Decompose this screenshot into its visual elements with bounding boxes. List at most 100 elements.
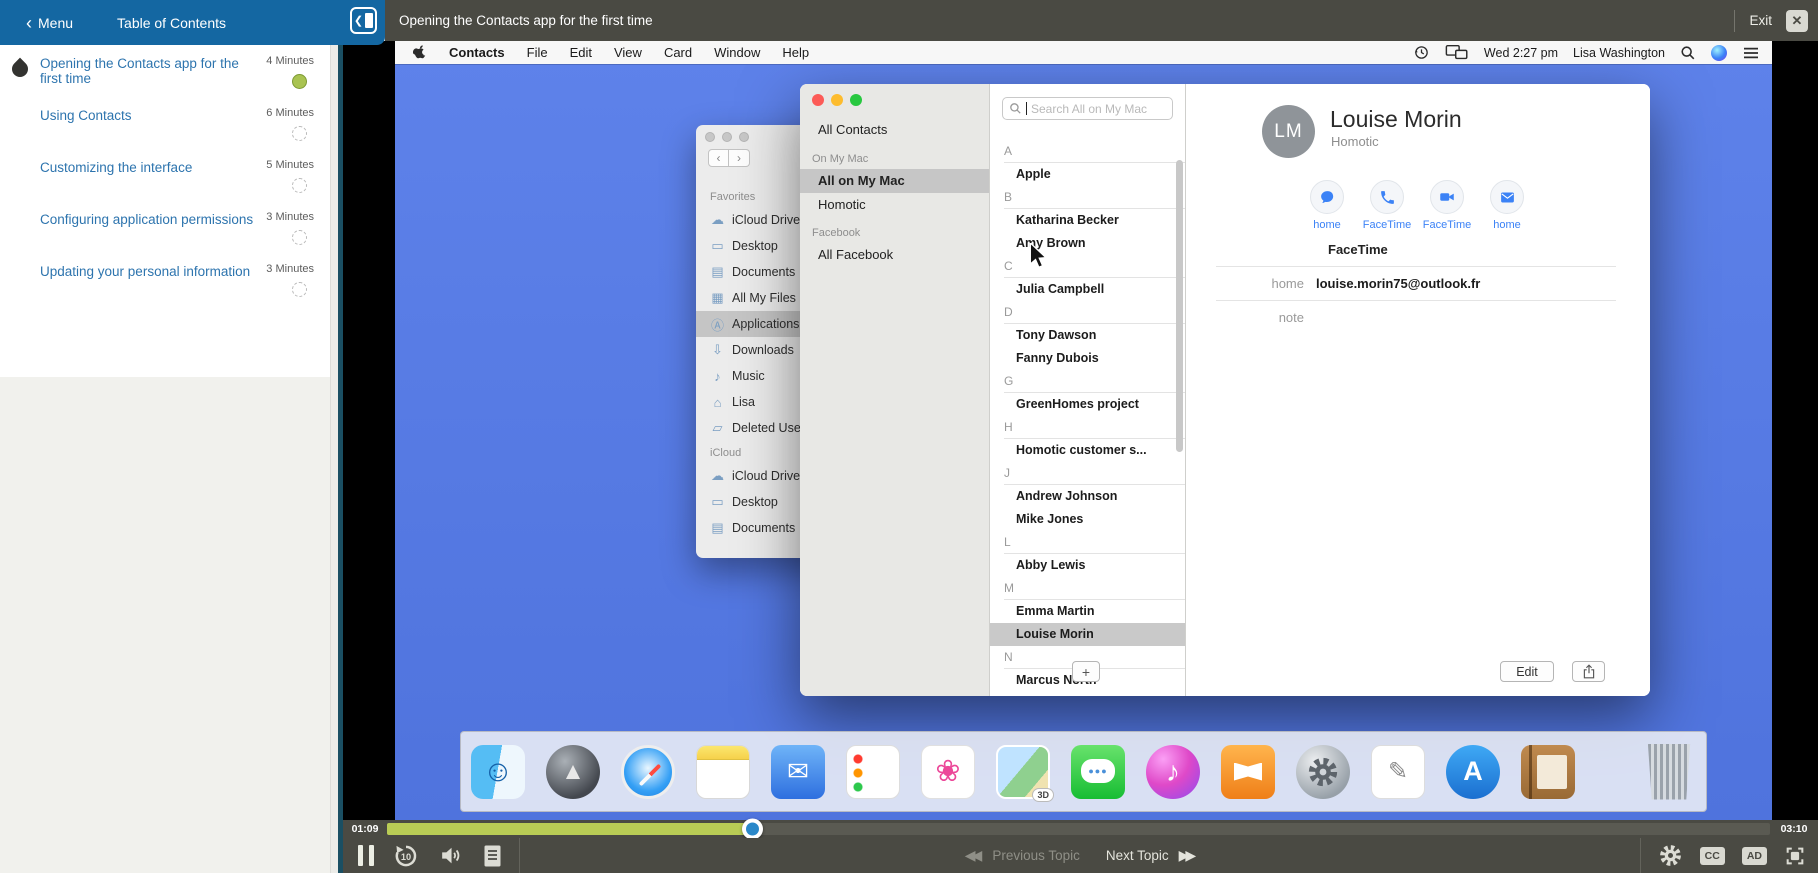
contact-row[interactable]: Mike Jones <box>990 508 1185 531</box>
add-contact-button[interactable]: + <box>1072 661 1100 682</box>
fullscreen-button[interactable] <box>1784 845 1806 867</box>
menu-file[interactable]: File <box>527 45 548 60</box>
dock-icon-textedit[interactable]: ✎ <box>1369 742 1427 802</box>
settings-gear-button[interactable] <box>1658 843 1683 868</box>
exit-button[interactable]: Exit <box>1749 13 1772 28</box>
dock-icon-reminders[interactable] <box>844 742 902 802</box>
toc-item-updating-personal-info[interactable]: Updating your personal information 3 Min… <box>0 255 330 307</box>
close-window-icon[interactable] <box>812 94 824 106</box>
contacts-traffic-lights[interactable] <box>812 94 862 106</box>
dock-icon-itunes[interactable]: ♪ <box>1144 742 1202 802</box>
edit-contact-button[interactable]: Edit <box>1500 661 1554 682</box>
contact-row[interactable]: Fanny Dubois <box>990 347 1185 370</box>
progress-handle[interactable] <box>742 818 764 840</box>
group-homotic[interactable]: Homotic <box>800 193 989 217</box>
action-message[interactable]: home <box>1298 180 1356 231</box>
dock-icon-photos[interactable]: ❀ <box>919 742 977 802</box>
toc-item-using-contacts[interactable]: Using Contacts 6 Minutes <box>0 99 330 151</box>
menu-window[interactable]: Window <box>714 45 760 60</box>
toc-item-duration: 5 Minutes <box>266 159 314 171</box>
contact-row[interactable]: Katharina Becker <box>990 209 1185 232</box>
contact-row[interactable]: GreenHomes project <box>990 393 1185 416</box>
menu-edit[interactable]: Edit <box>570 45 592 60</box>
siri-icon[interactable] <box>1711 44 1727 61</box>
list-scrollbar-thumb[interactable] <box>1176 160 1183 452</box>
progress-bar[interactable] <box>387 818 1770 840</box>
action-call[interactable]: FaceTime <box>1358 180 1416 231</box>
close-icon[interactable]: ✕ <box>1786 9 1808 32</box>
rewind-10-button[interactable]: 10 <box>393 843 419 869</box>
dock-icon-ibooks[interactable] <box>1219 742 1277 802</box>
contact-row[interactable]: Emma Martin <box>990 600 1185 623</box>
spotlight-search-icon[interactable] <box>1680 45 1696 61</box>
minimize-window-icon[interactable] <box>831 94 843 106</box>
close-window-icon[interactable] <box>705 132 715 142</box>
contact-row[interactable]: Tony Dawson <box>990 324 1185 347</box>
forward-button[interactable]: › <box>729 149 750 167</box>
contact-row[interactable]: Homotic customer s... <box>990 439 1185 462</box>
previous-topic-button[interactable]: ◀◀ Previous Topic <box>965 847 1080 864</box>
closed-captions-button[interactable]: CC <box>1699 846 1725 865</box>
contact-row[interactable]: Amy Brown <box>990 232 1185 255</box>
share-button[interactable] <box>1572 661 1605 682</box>
contact-row-selected[interactable]: Louise Morin <box>990 623 1185 646</box>
contact-row[interactable]: Julia Campbell <box>990 278 1185 301</box>
letter-header: M <box>1004 577 1185 600</box>
group-all-contacts[interactable]: All Contacts <box>800 114 989 143</box>
video-frame[interactable]: Contacts File Edit View Card Window Help <box>395 41 1772 820</box>
contact-row[interactable]: Apple <box>990 163 1185 186</box>
collapse-sidebar-button[interactable]: ❮ <box>350 7 377 34</box>
dock-icon-messages[interactable]: ●●● <box>1069 742 1127 802</box>
minimize-window-icon[interactable] <box>722 132 732 142</box>
avatar: LM <box>1262 105 1315 158</box>
group-all-on-my-mac[interactable]: All on My Mac <box>800 169 989 193</box>
dock-icon-contacts[interactable] <box>1519 742 1577 802</box>
zoom-window-icon[interactable] <box>850 94 862 106</box>
contact-row[interactable]: Abby Lewis <box>990 554 1185 577</box>
zoom-window-icon[interactable] <box>739 132 749 142</box>
apple-logo-icon[interactable] <box>413 44 427 61</box>
player-controls: 10 ◀◀ Previous Topic Next Topic ▶▶ CC AD <box>343 838 1818 873</box>
transcript-button[interactable] <box>482 844 503 868</box>
dock-icon-system-preferences[interactable] <box>1294 742 1352 802</box>
menu-help[interactable]: Help <box>782 45 809 60</box>
menu-view[interactable]: View <box>614 45 642 60</box>
pause-button[interactable] <box>358 845 374 866</box>
current-topic-marker-icon <box>8 57 32 81</box>
toc-item-opening-contacts[interactable]: Opening the Contacts app for the first t… <box>0 47 330 99</box>
menu-button[interactable]: ‹ Menu <box>26 14 73 32</box>
contacts-window[interactable]: All Contacts On My Mac All on My Mac Hom… <box>800 84 1650 696</box>
facetime-heading: FaceTime <box>1328 242 1388 257</box>
displays-icon[interactable] <box>1445 44 1469 61</box>
contacts-search-input[interactable]: Search All on My Mac <box>1002 97 1173 120</box>
back-button[interactable]: ‹ <box>708 149 729 167</box>
dock-icon-safari[interactable] <box>619 742 677 802</box>
dock-icon-trash[interactable] <box>1640 742 1698 802</box>
audio-description-button[interactable]: AD <box>1741 846 1767 865</box>
group-all-facebook[interactable]: All Facebook <box>800 243 989 267</box>
dock-icon-mail[interactable]: ✉ <box>769 742 827 802</box>
action-email[interactable]: home <box>1478 180 1536 231</box>
volume-button[interactable] <box>438 843 463 868</box>
dock-icon-finder[interactable]: ☺ <box>469 742 527 802</box>
time-machine-icon[interactable] <box>1413 44 1430 61</box>
next-topic-button[interactable]: Next Topic ▶▶ <box>1106 847 1196 864</box>
action-video-call[interactable]: FaceTime <box>1418 180 1476 231</box>
menu-card[interactable]: Card <box>664 45 692 60</box>
toc-item-customizing-interface[interactable]: Customizing the interface 5 Minutes <box>0 151 330 203</box>
dock-icon-launchpad[interactable]: ▲ <box>544 742 602 802</box>
toc-sidebar: Opening the Contacts app for the first t… <box>0 41 331 873</box>
toc-item-duration: 3 Minutes <box>266 263 314 275</box>
menubar-app-name[interactable]: Contacts <box>449 45 505 60</box>
finder-traffic-lights[interactable] <box>705 132 749 142</box>
contact-row[interactable]: Andrew Johnson <box>990 485 1185 508</box>
menubar-clock[interactable]: Wed 2:27 pm <box>1484 46 1558 60</box>
field-value[interactable]: louise.morin75@outlook.fr <box>1316 276 1480 291</box>
dock-icon-app-store[interactable]: A <box>1444 742 1502 802</box>
menubar-user[interactable]: Lisa Washington <box>1573 46 1665 60</box>
dock-icon-notes[interactable] <box>694 742 752 802</box>
dock-icon-photo-booth[interactable]: 3D <box>994 742 1054 802</box>
toc-item-configuring-permissions[interactable]: Configuring application permissions 3 Mi… <box>0 203 330 255</box>
music-note-icon: ♪ <box>714 368 721 384</box>
notification-center-icon[interactable] <box>1742 46 1760 60</box>
